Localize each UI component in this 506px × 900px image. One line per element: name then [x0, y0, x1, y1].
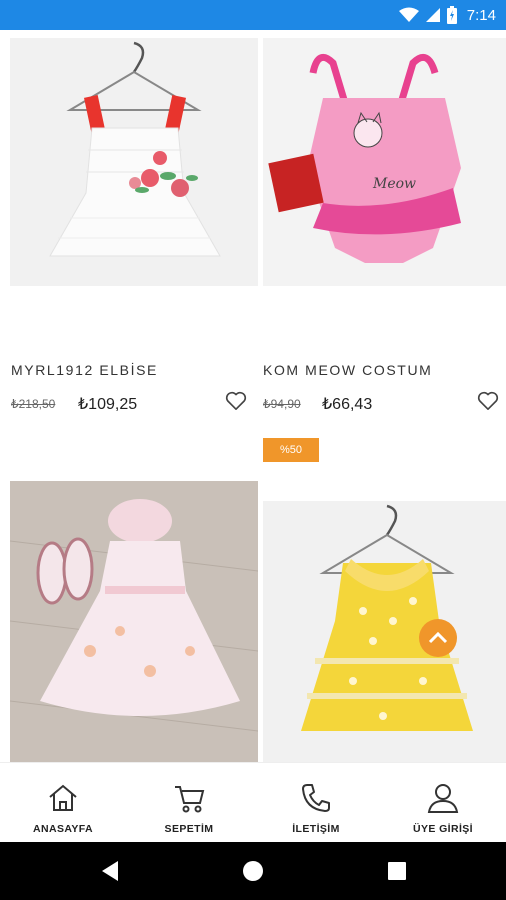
phone-icon — [302, 784, 330, 812]
product-image-dress-pink-tulle[interactable] — [10, 481, 258, 762]
bottom-navigation: ANASAYFA SEPETİM İLETİŞİM ÜYE GİRİŞİ — [0, 762, 506, 842]
battery-icon — [446, 6, 457, 24]
cart-icon — [175, 786, 205, 813]
nav-label: İLETİŞİM — [292, 823, 340, 835]
heart-outline-icon[interactable] — [477, 391, 499, 411]
nav-member-login[interactable]: ÜYE GİRİŞİ — [380, 763, 506, 843]
old-price: ₺94,90 — [263, 397, 301, 411]
status-bar: 7:14 — [0, 0, 506, 30]
discount-badge: %50 — [263, 438, 319, 462]
home-circle-icon[interactable] — [240, 858, 266, 884]
wifi-icon — [398, 7, 419, 22]
product-image-dress-yellow[interactable] — [263, 501, 506, 762]
current-price: ₺109,25 — [78, 396, 138, 413]
status-icons: 7:14 — [398, 0, 496, 30]
nav-cart[interactable]: SEPETİM — [126, 763, 252, 843]
current-price: ₺66,43 — [322, 396, 373, 413]
product-name[interactable]: MYRL1912 ELBİSE — [11, 362, 158, 378]
home-icon — [49, 784, 77, 811]
product-name[interactable]: KOM MEOW COSTUM — [263, 362, 432, 378]
nav-label: SEPETİM — [164, 823, 214, 835]
chevron-up-icon — [428, 631, 448, 644]
nav-home[interactable]: ANASAYFA — [0, 763, 126, 843]
product-image-swimsuit-pink[interactable]: Meow — [263, 38, 506, 286]
nav-contact[interactable]: İLETİŞİM — [253, 763, 379, 843]
heart-outline-icon[interactable] — [225, 391, 247, 411]
system-navigation-bar — [0, 842, 506, 900]
svg-text:Meow: Meow — [372, 176, 416, 192]
old-price: ₺218,50 — [11, 397, 56, 411]
clock: 7:14 — [466, 6, 496, 24]
recent-apps-icon[interactable] — [384, 858, 410, 884]
nav-label: ANASAYFA — [33, 823, 93, 835]
back-icon[interactable] — [98, 858, 124, 884]
nav-label: ÜYE GİRİŞİ — [412, 823, 473, 835]
signal-icon — [425, 8, 440, 22]
user-icon — [427, 784, 459, 813]
product-image-dress-white[interactable] — [10, 38, 258, 286]
scroll-to-top-button[interactable] — [419, 619, 457, 657]
